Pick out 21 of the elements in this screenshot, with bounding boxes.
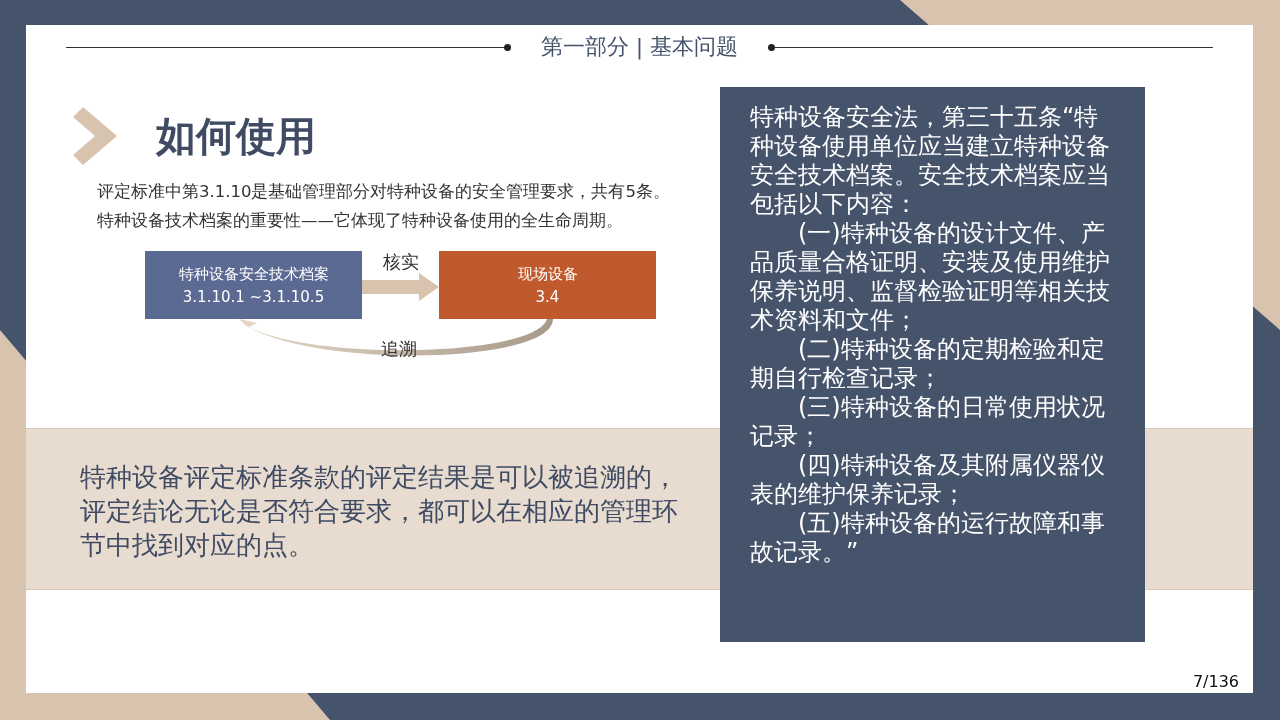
intro-text: 评定标准中第3.1.10是基础管理部分对特种设备的安全管理要求，共有5条。 (97, 181, 670, 203)
quote-item: (五)特种设备的运行故障和事故记录。” (750, 509, 1106, 567)
chevron-icon (73, 107, 117, 165)
quote-item: (四)特种设备及其附属仪器仪表的维护保养记录； (750, 451, 1106, 509)
box-title: 特种设备安全技术档案 (178, 264, 329, 284)
page-number: 7/136 (1192, 672, 1239, 691)
quote-item: (二)特种设备的定期检验和定期自行检查记录； (750, 335, 1106, 393)
line-end-dot (768, 43, 776, 51)
box-title: 现场设备 (517, 264, 578, 284)
section-title: 第一部分 | 基本问题 (540, 33, 739, 62)
box-code: 3.4 (535, 287, 560, 306)
heading: 如何使用 (156, 111, 316, 161)
intro-text: 特种设备技术档案的重要性——它体现了特种设备使用的全生命周期。 (97, 210, 623, 232)
quote-text: 特种设备安全法，第三十五条“特种设备使用单位应当建立特种设备安全技术档案。安全技术档案应当包括以下内容： (750, 103, 1111, 219)
arrow-label: 追溯 (381, 337, 417, 361)
quote-item: (一)特种设备的设计文件、产品质量合格证明、安装及使用维护保养说明、监督检验证明等相关技术资料和文件； (750, 219, 1111, 335)
summary-text: 特种设备评定标准条款的评定结果是可以被追溯的，评定结论无论是否符合要求，都可以在相应的管理环节中找到对应的点。 (80, 461, 679, 562)
arrow-label: 核实 (382, 251, 419, 273)
line-end-dot (503, 43, 511, 51)
box-code: 3.1.10.1 ~3.1.10.5 (182, 287, 325, 306)
quote-item: (三)特种设备的日常使用状况记录； (750, 393, 1106, 451)
